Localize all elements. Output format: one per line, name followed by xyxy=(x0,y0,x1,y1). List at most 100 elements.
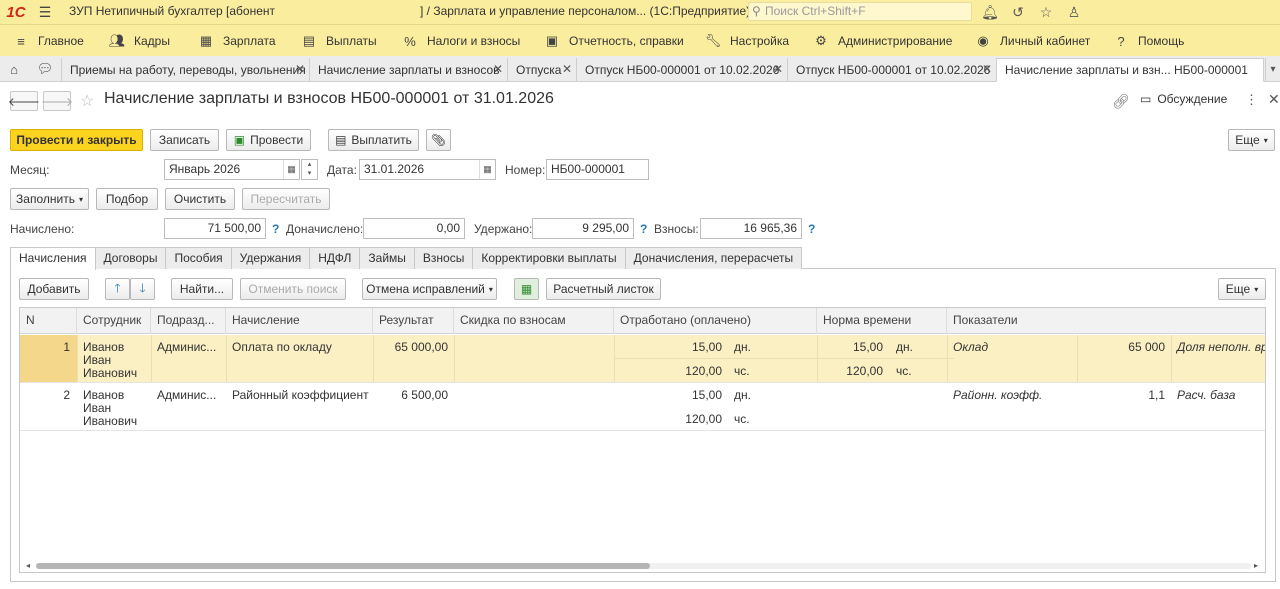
calendar-icon[interactable]: ▦ xyxy=(283,160,299,179)
col-accrual[interactable]: Начисление xyxy=(226,308,373,334)
attach-button[interactable]: 📎︎ xyxy=(426,129,451,151)
forward-button[interactable]: 🡒 xyxy=(41,91,73,111)
menu-item-reports[interactable]: ▣ Отчетность, справки xyxy=(543,25,684,57)
close-icon[interactable]: ✕ xyxy=(295,62,305,76)
tab-accruals[interactable]: Начисления xyxy=(10,247,96,270)
cancel-search-button[interactable]: Отменить поиск xyxy=(240,278,346,300)
fill-button[interactable]: Заполнить ▾ xyxy=(10,188,89,210)
1c-logo-icon[interactable]: 1С xyxy=(0,0,32,24)
contributions-help-icon[interactable]: ? xyxy=(808,222,815,236)
month-stepper[interactable]: ▴ ▾ xyxy=(301,159,318,180)
chat-icon[interactable]: 💬︎ xyxy=(30,56,60,82)
global-search-input[interactable]: ⚲ Поиск Ctrl+Shift+F xyxy=(748,2,972,21)
menu-item-staff[interactable]: 👥︎ Кадры xyxy=(108,25,170,57)
recalculate-button[interactable]: Пересчитать xyxy=(242,188,330,210)
menu-lines-icon: ≡ xyxy=(17,33,25,49)
move-up-button[interactable]: 🡑 xyxy=(105,278,130,300)
tab-vacations[interactable]: Отпуска ✕ xyxy=(507,58,576,82)
tab-benefits[interactable]: Пособия xyxy=(165,247,232,269)
post-button[interactable]: ▣ Провести xyxy=(226,129,311,151)
post-and-close-button[interactable]: Провести и закрыть xyxy=(10,129,143,151)
tab-payroll-document[interactable]: Начисление зарплаты и взн... НБ00-000001 xyxy=(996,58,1264,82)
dropdown-arrow-icon: ▾ xyxy=(1263,135,1268,145)
tab-vacation-2[interactable]: Отпуск НБ00-000001 от 10.02.2026 ✕ xyxy=(787,58,996,82)
home-icon[interactable]: ⌂ xyxy=(0,56,28,82)
menu-item-account[interactable]: ◉ Личный кабинет xyxy=(974,25,1090,57)
menu-item-taxes[interactable]: % Налоги и взносы xyxy=(401,25,520,57)
find-button[interactable]: Найти... xyxy=(171,278,233,300)
add-row-button[interactable]: Добавить xyxy=(19,278,89,300)
cell-divider xyxy=(226,335,227,382)
number-field[interactable]: НБ00-000001 xyxy=(546,159,649,180)
more-button[interactable]: Еще ▾ xyxy=(1228,129,1275,151)
menu-item-admin[interactable]: ⚙ Администрирование xyxy=(812,25,952,57)
payslip-button[interactable]: Расчетный листок xyxy=(546,278,661,300)
percent-icon: % xyxy=(404,33,416,49)
tab-deductions[interactable]: Удержания xyxy=(230,247,311,269)
move-down-button[interactable]: 🡓 xyxy=(130,278,155,300)
col-indicators[interactable]: Показатели xyxy=(947,308,1265,334)
tab-loans[interactable]: Займы xyxy=(359,247,415,269)
tab-ndfl[interactable]: НДФЛ xyxy=(309,247,361,269)
cancel-corrections-button[interactable]: Отмена исправлений ▾ xyxy=(362,278,497,300)
tab-hiring[interactable]: Приемы на работу, переводы, увольнения ✕ xyxy=(61,58,309,82)
more-menu-icon[interactable]: ⋮ xyxy=(1245,92,1258,108)
table-settings-button[interactable]: ▦ xyxy=(514,278,539,300)
menu-item-main[interactable]: ≡ Главное xyxy=(12,25,84,57)
tabs-dropdown-icon[interactable]: ▾ xyxy=(1265,58,1280,82)
calendar-icon[interactable]: ▦ xyxy=(479,160,495,179)
menu-item-settings[interactable]: 🔧︎ Настройка xyxy=(704,25,789,57)
pay-button[interactable]: ▤ Выплатить xyxy=(328,129,419,151)
select-button[interactable]: Подбор xyxy=(96,188,158,210)
document-tabs: Начисления Договоры Пособия Удержания НД… xyxy=(10,247,803,270)
back-button[interactable]: 🡐 xyxy=(8,91,40,111)
favorites-star-icon[interactable]: ☆ xyxy=(1036,2,1056,22)
menu-item-help[interactable]: ? Помощь xyxy=(1112,25,1184,57)
close-icon[interactable]: ✕ xyxy=(562,62,572,76)
scrollbar-thumb[interactable] xyxy=(36,563,650,569)
col-employee[interactable]: Сотрудник xyxy=(77,308,151,334)
col-department[interactable]: Подразд... xyxy=(151,308,226,334)
accrued-help-icon[interactable]: ? xyxy=(272,222,279,236)
table-more-button[interactable]: Еще ▾ xyxy=(1218,278,1266,300)
tab-recalculations[interactable]: Доначисления, перерасчеты xyxy=(624,247,803,269)
close-window-icon[interactable]: ✕ xyxy=(1268,91,1280,108)
menu-item-salary[interactable]: ▦ Зарплата xyxy=(197,25,276,57)
month-field[interactable]: Январь 2026 ▦ xyxy=(164,159,300,180)
withheld-help-icon[interactable]: ? xyxy=(640,222,647,236)
discussion-button[interactable]: ▭ Обсуждение xyxy=(1140,92,1227,106)
horizontal-scrollbar[interactable] xyxy=(36,563,1256,569)
col-n[interactable]: N xyxy=(20,308,77,334)
table-row[interactable]: 1 Иванов Иван Иванович Админис... Оплата… xyxy=(20,335,1265,383)
date-field[interactable]: 31.01.2026 ▦ xyxy=(359,159,496,180)
col-worked[interactable]: Отработано (оплачено) xyxy=(614,308,817,334)
dropdown-arrow-icon: ▾ xyxy=(78,194,83,204)
link-icon[interactable]: 🔗︎ xyxy=(1112,93,1130,110)
tab-payment-corrections[interactable]: Корректировки выплаты xyxy=(472,247,626,269)
tab-contracts[interactable]: Договоры xyxy=(94,247,167,269)
tab-payroll-list[interactable]: Начисление зарплаты и взносов ✕ xyxy=(309,58,507,82)
users-icon[interactable]: ♙ xyxy=(1064,2,1084,22)
scroll-right-icon[interactable]: ▸ xyxy=(1254,561,1258,570)
hamburger-menu-icon[interactable]: ☰ xyxy=(32,4,58,21)
bell-icon[interactable]: 🔔︎ xyxy=(980,2,1000,22)
close-icon[interactable]: ✕ xyxy=(773,62,783,76)
clear-button[interactable]: Очистить xyxy=(165,188,235,210)
close-icon[interactable]: ✕ xyxy=(493,62,503,76)
cell-accrual: Оплата по окладу xyxy=(232,340,332,354)
col-time-norm[interactable]: Норма времени xyxy=(817,308,947,334)
tab-contributions[interactable]: Взносы xyxy=(413,247,474,269)
table-row[interactable]: 2 Иванов Иван Иванович Админис... Районн… xyxy=(20,383,1265,431)
tab-vacation-1[interactable]: Отпуск НБ00-000001 от 10.02.2026 ✕ xyxy=(576,58,787,82)
menu-item-payments[interactable]: ▤ Выплаты xyxy=(300,25,377,57)
close-icon[interactable]: ✕ xyxy=(982,62,992,76)
history-icon[interactable]: ↺ xyxy=(1008,2,1028,22)
favorite-star-icon[interactable]: ☆ xyxy=(80,91,94,111)
search-icon: ⚲ xyxy=(752,4,761,18)
cell-department: Админис... xyxy=(157,340,217,354)
scroll-left-icon[interactable]: ◂ xyxy=(26,561,30,570)
col-result[interactable]: Результат xyxy=(373,308,454,334)
gear-icon: ⚙ xyxy=(815,33,827,48)
col-discount[interactable]: Скидка по взносам xyxy=(454,308,614,334)
save-button[interactable]: Записать xyxy=(150,129,219,151)
